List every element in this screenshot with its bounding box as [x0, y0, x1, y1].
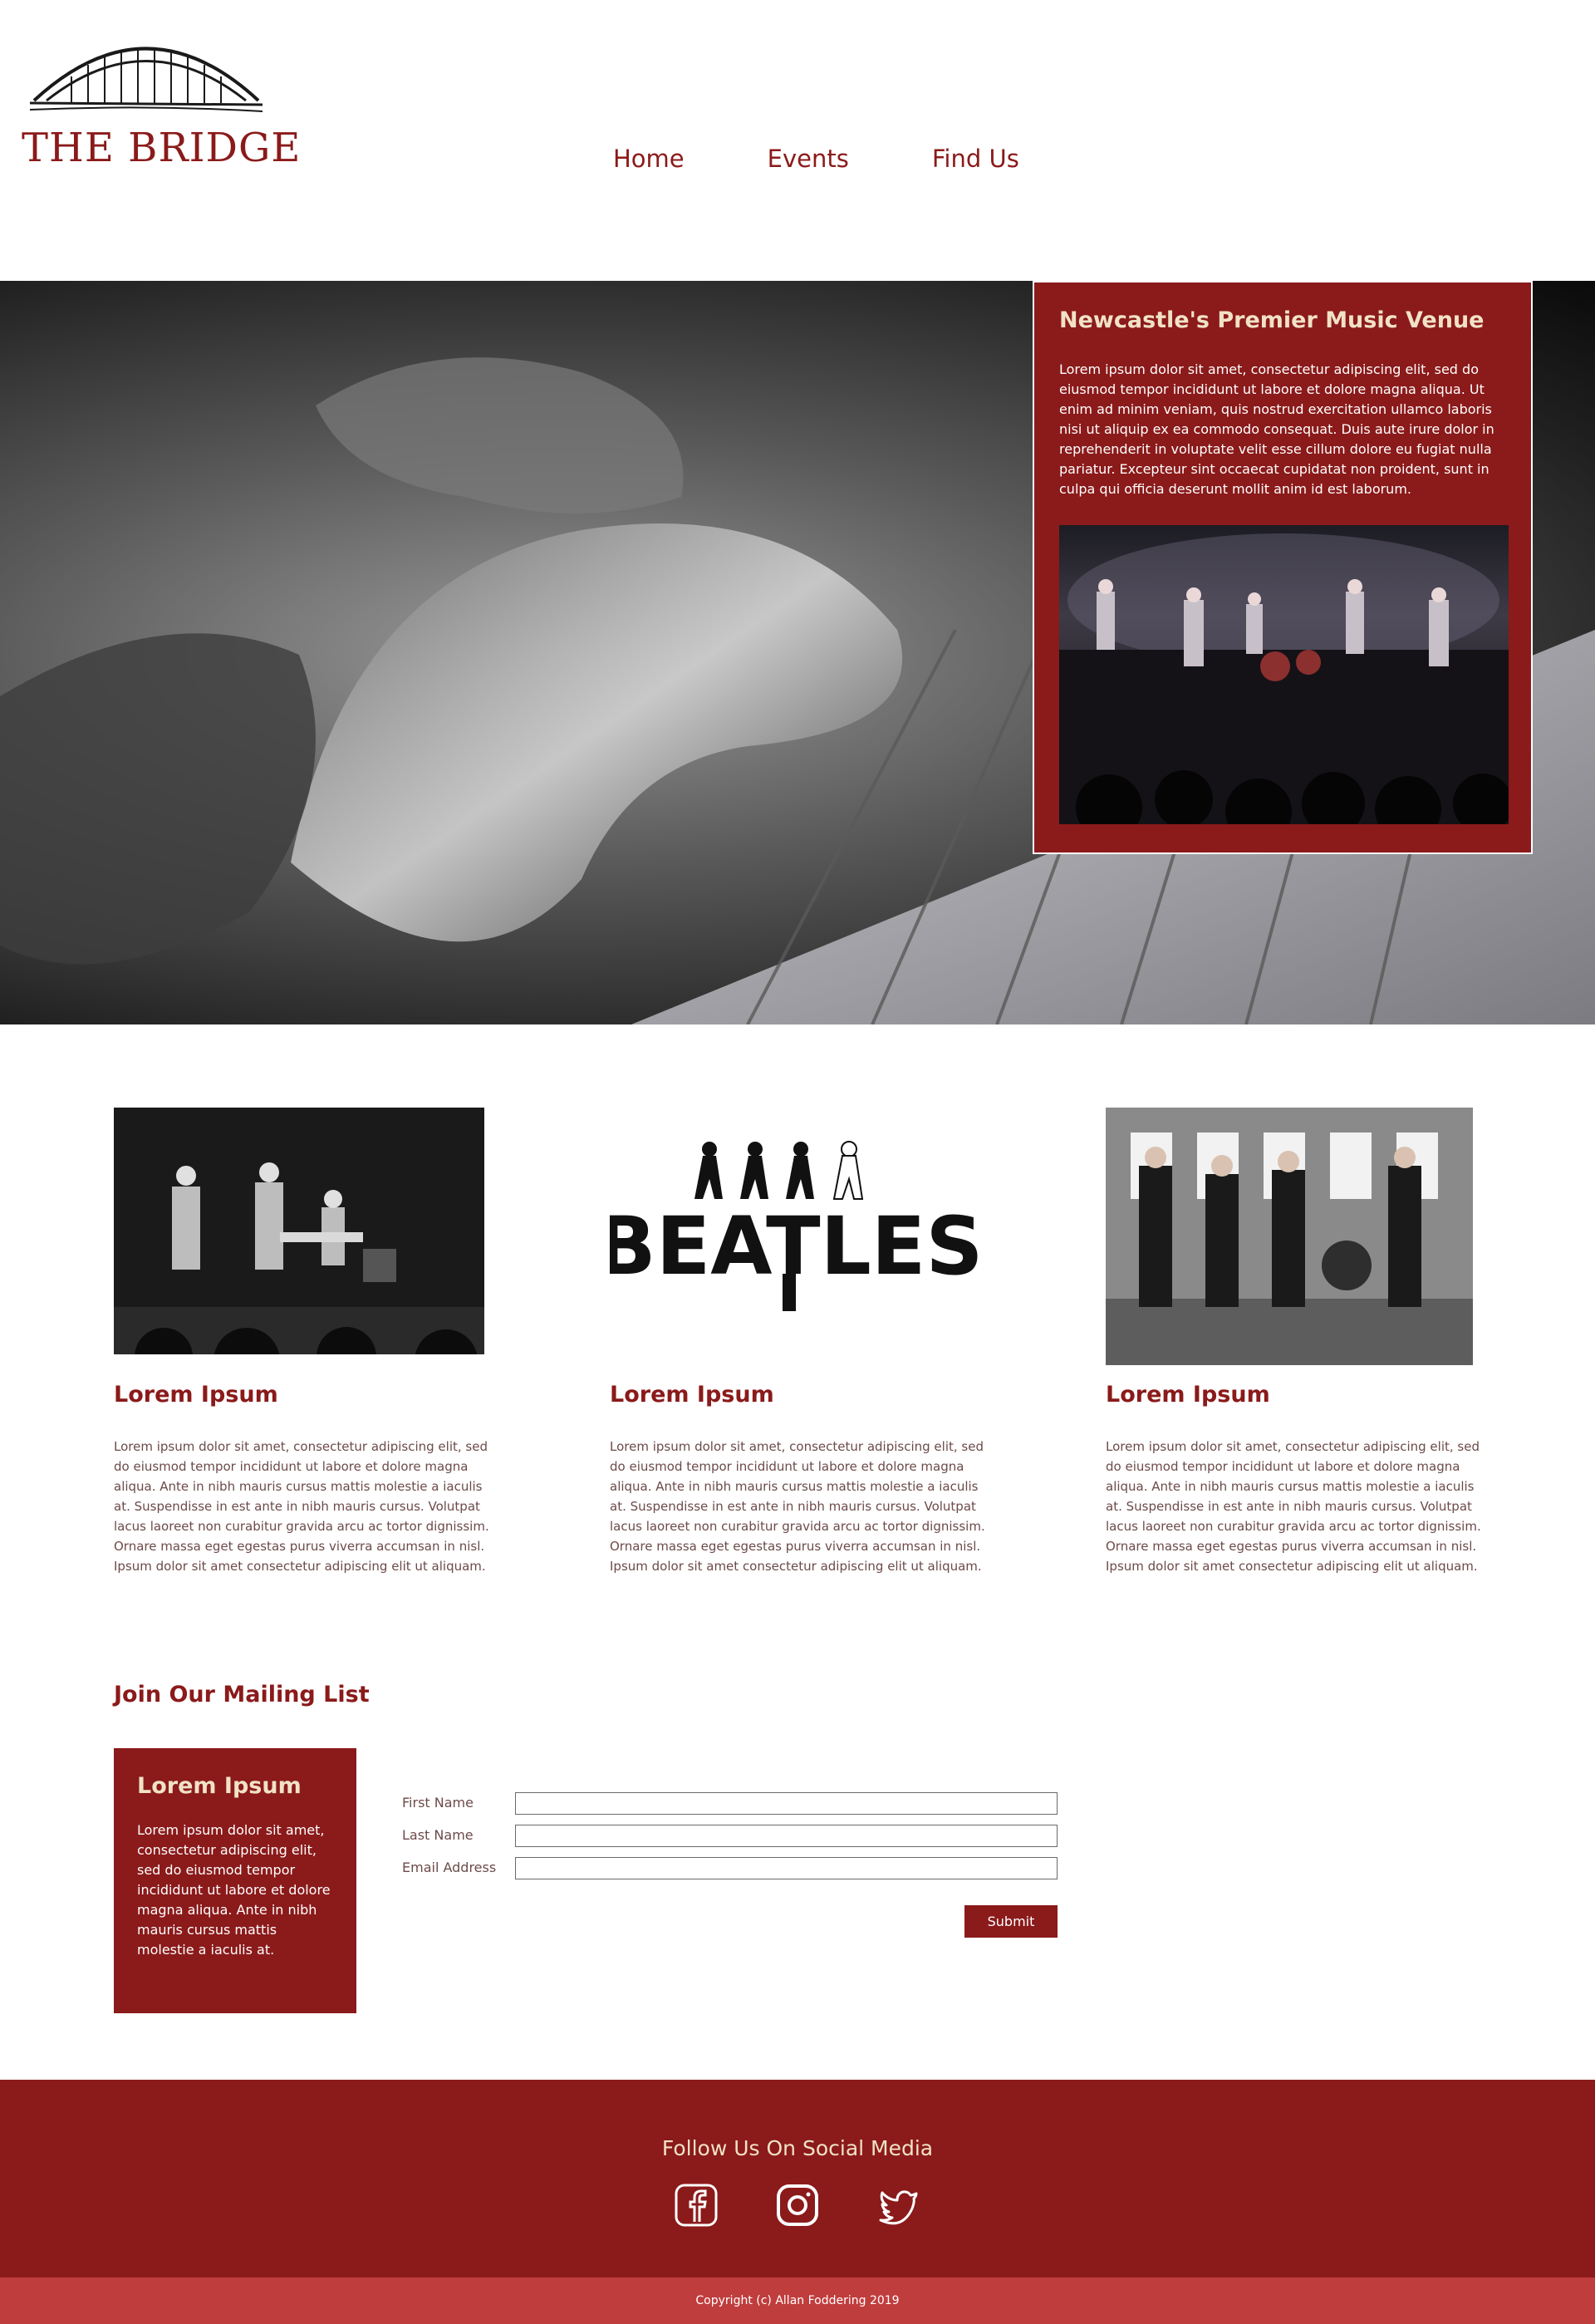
feature-card: Lorem Ipsum Lorem ipsum dolor sit amet, … — [1106, 1108, 1484, 1574]
mailing-card-title: Lorem Ipsum — [137, 1773, 302, 1799]
form-row-last-name: Last Name — [402, 1825, 1058, 1850]
email-label: Email Address — [402, 1860, 497, 1875]
form-row-first-name: First Name — [402, 1792, 1058, 1817]
bridge-logo-icon — [30, 47, 263, 112]
site-logo[interactable]: THE BRIDGE — [22, 22, 300, 179]
feature-card: Lorem Ipsum Lorem ipsum dolor sit amet, … — [114, 1108, 492, 1574]
hero-card-title: Newcastle's Premier Music Venue — [1059, 307, 1485, 333]
feature-title: Lorem Ipsum — [1106, 1382, 1270, 1408]
feature-title: Lorem Ipsum — [610, 1382, 774, 1408]
form-row-email: Email Address — [402, 1857, 1058, 1882]
feature-rehearsal-photo — [1106, 1108, 1473, 1365]
feature-text: Lorem ipsum dolor sit amet, consectetur … — [610, 1439, 985, 1574]
footer-title: Follow Us On Social Media — [661, 2136, 934, 2160]
feature-title: Lorem Ipsum — [114, 1382, 278, 1408]
mailing-card-text: Lorem ipsum dolor sit amet, consectetur … — [137, 1822, 331, 1958]
mailing-info-card: Lorem Ipsum Lorem ipsum dolor sit amet, … — [114, 1748, 356, 2013]
band-concert-photo — [1059, 525, 1509, 824]
logo-text: THE BRIDGE — [22, 125, 302, 171]
submit-button[interactable]: Submit — [964, 1905, 1058, 1938]
last-name-input[interactable] — [515, 1825, 1058, 1847]
email-input[interactable] — [515, 1857, 1058, 1879]
nav-home[interactable]: Home — [613, 145, 685, 173]
instagram-icon[interactable] — [776, 2184, 819, 2227]
copyright-bar: Copyright (c) Allan Foddering 2019 — [0, 2277, 1595, 2324]
hero-info-card: Newcastle's Premier Music Venue Lorem ip… — [1033, 281, 1533, 854]
nav-find-us[interactable]: Find Us — [932, 145, 1019, 173]
site-footer: Follow Us On Social Media — [0, 2080, 1595, 2277]
main-nav: Home Events Find Us — [613, 145, 1019, 173]
feature-beatles-logo: BEATLES — [610, 1108, 980, 1354]
feature-band-photo — [114, 1108, 484, 1354]
feature-card: BEATLES Lorem Ipsum Lorem ipsum dolor si… — [610, 1108, 988, 1574]
feature-text: Lorem ipsum dolor sit amet, consectetur … — [114, 1439, 489, 1574]
mailing-list-title: Join Our Mailing List — [114, 1682, 370, 1707]
last-name-label: Last Name — [402, 1827, 474, 1843]
nav-events[interactable]: Events — [768, 145, 849, 173]
first-name-input[interactable] — [515, 1792, 1058, 1815]
twitter-icon[interactable] — [877, 2184, 920, 2227]
social-links — [675, 2184, 920, 2227]
feature-text: Lorem ipsum dolor sit amet, consectetur … — [1106, 1439, 1481, 1574]
hero-card-text: Lorem ipsum dolor sit amet, consectetur … — [1059, 361, 1494, 497]
facebook-icon[interactable] — [675, 2184, 718, 2227]
first-name-label: First Name — [402, 1795, 474, 1811]
